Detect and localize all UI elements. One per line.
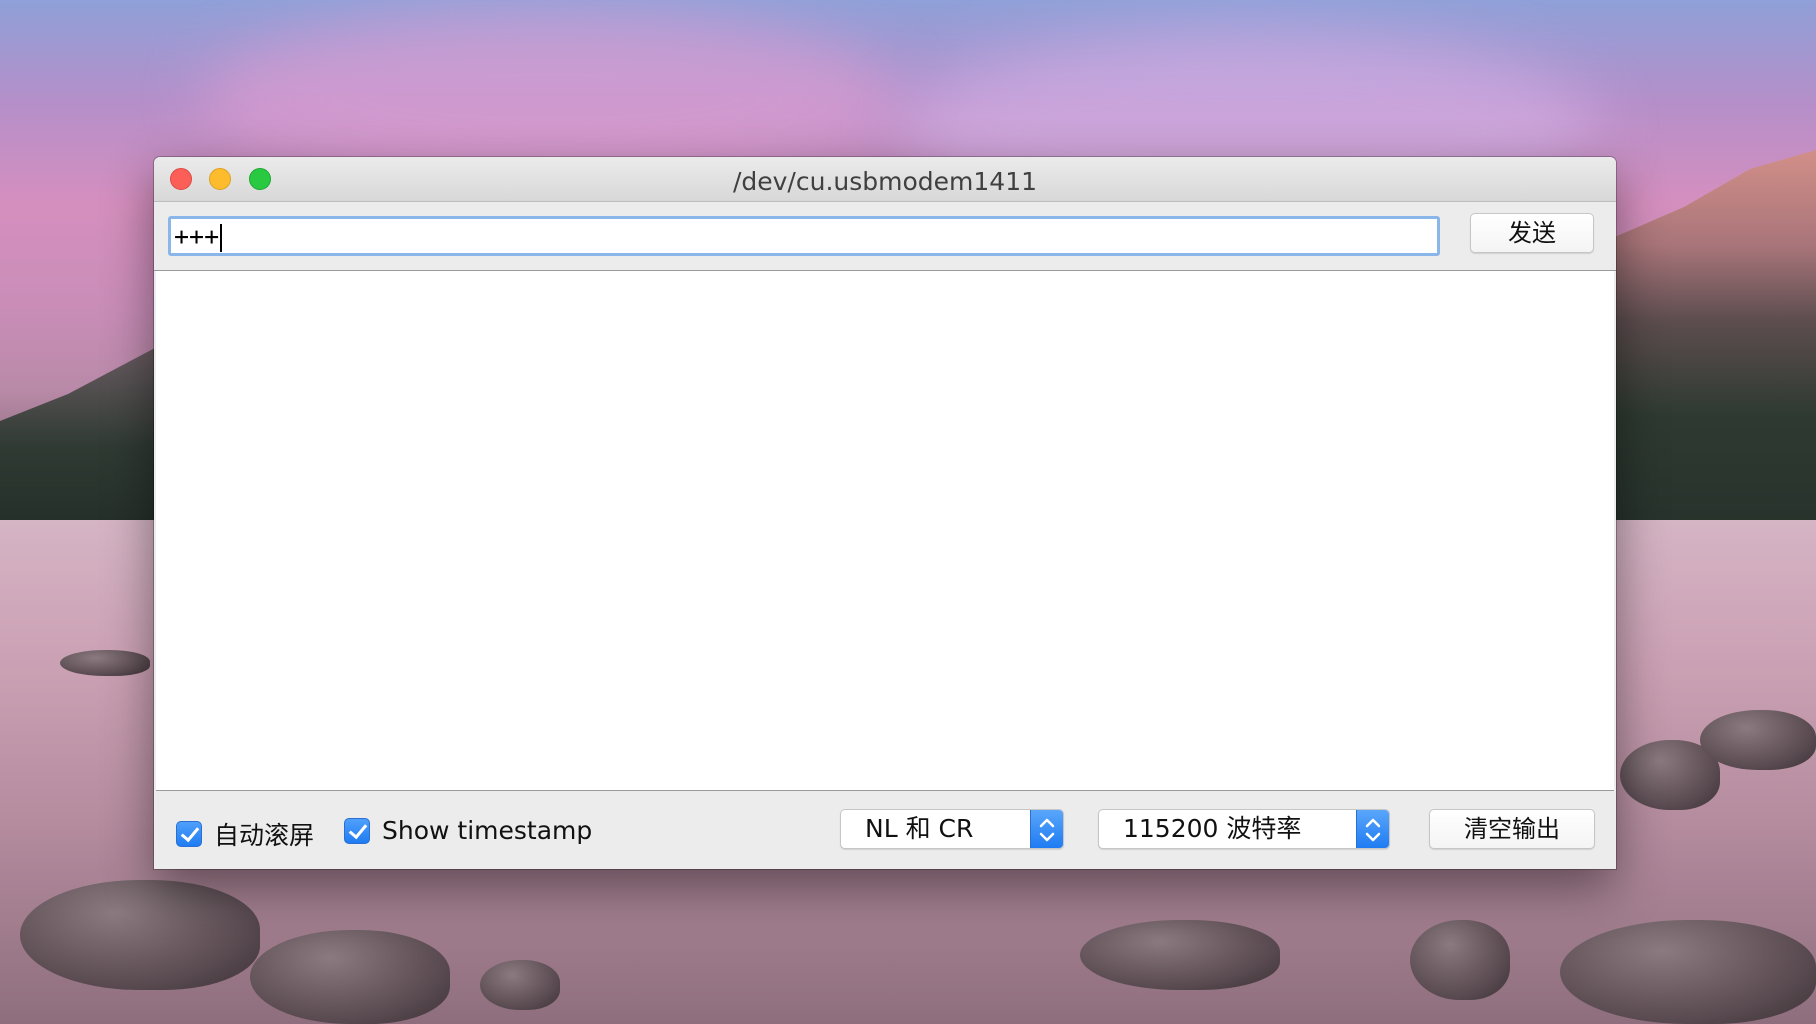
rock — [1410, 920, 1510, 1000]
checkbox-checked-icon[interactable] — [344, 817, 370, 844]
mountain-left — [0, 340, 170, 520]
line-ending-select[interactable]: NL 和 CR — [840, 809, 1064, 849]
line-ending-value: NL 和 CR — [865, 814, 974, 843]
checkbox-checked-icon[interactable] — [176, 821, 202, 847]
text-caret — [220, 224, 223, 252]
rock — [1560, 920, 1816, 1024]
rock — [480, 960, 560, 1010]
rock — [1700, 710, 1816, 770]
select-stepper-icon[interactable] — [1030, 810, 1063, 848]
clear-output-button[interactable]: 清空输出 — [1429, 809, 1595, 849]
rock — [60, 650, 150, 676]
baud-rate-select[interactable]: 115200 波特率 — [1098, 809, 1390, 849]
send-input-value: +++ — [174, 222, 220, 251]
mountain-right — [1596, 150, 1816, 530]
title-bar[interactable]: /dev/cu.usbmodem1411 — [154, 157, 1616, 202]
autoscroll-checkbox[interactable]: 自动滚屏 — [176, 816, 314, 852]
send-toolbar: +++ 发送 — [154, 202, 1616, 271]
rock — [1080, 920, 1280, 990]
status-bar: 自动滚屏 Show timestamp NL 和 CR 115200 波特率 清… — [154, 791, 1616, 869]
show-timestamp-checkbox[interactable]: Show timestamp — [344, 816, 592, 845]
window-title: /dev/cu.usbmodem1411 — [732, 167, 1038, 196]
autoscroll-label: 自动滚屏 — [214, 821, 315, 850]
rock — [20, 880, 260, 990]
select-stepper-icon[interactable] — [1356, 810, 1389, 848]
serial-output-area[interactable] — [156, 271, 1614, 791]
serial-monitor-window: /dev/cu.usbmodem1411 +++ 发送 自动滚屏 Show ti… — [154, 157, 1616, 869]
send-input[interactable]: +++ — [168, 216, 1440, 256]
show-timestamp-label: Show timestamp — [382, 816, 593, 845]
rock — [250, 930, 450, 1024]
send-button[interactable]: 发送 — [1470, 213, 1594, 253]
baud-rate-value: 115200 波特率 — [1123, 814, 1302, 843]
